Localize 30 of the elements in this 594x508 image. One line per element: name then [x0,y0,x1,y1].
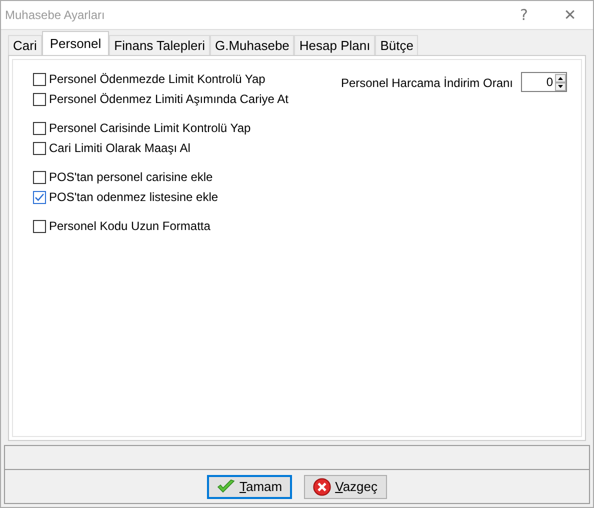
checkbox[interactable] [33,92,46,106]
close-button[interactable]: ✕ [547,1,593,29]
checkbox-label[interactable]: POS'tan personel carisine ekle [49,170,213,184]
tab[interactable]: Cari [8,35,42,55]
field-label: Personel Harcama İndirim Oranı [340,75,513,90]
window-title: Muhasebe Ayarları [4,8,106,22]
tab[interactable]: Hesap Planı [294,35,376,55]
checkbox-label[interactable]: Personel Ödenmez Limiti Aşımında Cariye At [49,92,288,106]
cancel-button[interactable]: Vazgeç [304,474,387,498]
error-icon [313,478,332,496]
checkbox[interactable] [33,122,46,134]
spin-arrows-icon[interactable] [555,74,566,90]
checkbox[interactable] [33,220,46,232]
tab[interactable]: Personel [42,31,110,55]
tab[interactable]: Bütçe [375,35,418,55]
help-button[interactable]: ? [501,1,547,29]
checkbox-label[interactable]: Cari Limiti Olarak Maaşı Al [49,141,190,155]
checkbox[interactable] [33,190,46,204]
checkmark-icon [217,478,236,494]
tab[interactable]: G.Muhasebe [210,35,294,55]
checkbox[interactable] [33,142,46,154]
checkbox[interactable] [33,72,46,86]
checkbox-label[interactable]: Personel Carisinde Limit Kontrolü Yap [49,121,251,135]
checkbox[interactable] [33,170,46,184]
tab[interactable]: Finans Talepleri [109,35,210,55]
checkbox-label[interactable]: POS'tan odenmez listesine ekle [49,190,218,204]
checkbox-label[interactable]: Personel Kodu Uzun Formatta [49,219,210,233]
checkbox-label[interactable]: Personel Ödenmezde Limit Kontrolü Yap [49,72,266,86]
number-spinner[interactable]: 0 [521,72,567,92]
ok-button[interactable]: Tamam [207,474,292,498]
